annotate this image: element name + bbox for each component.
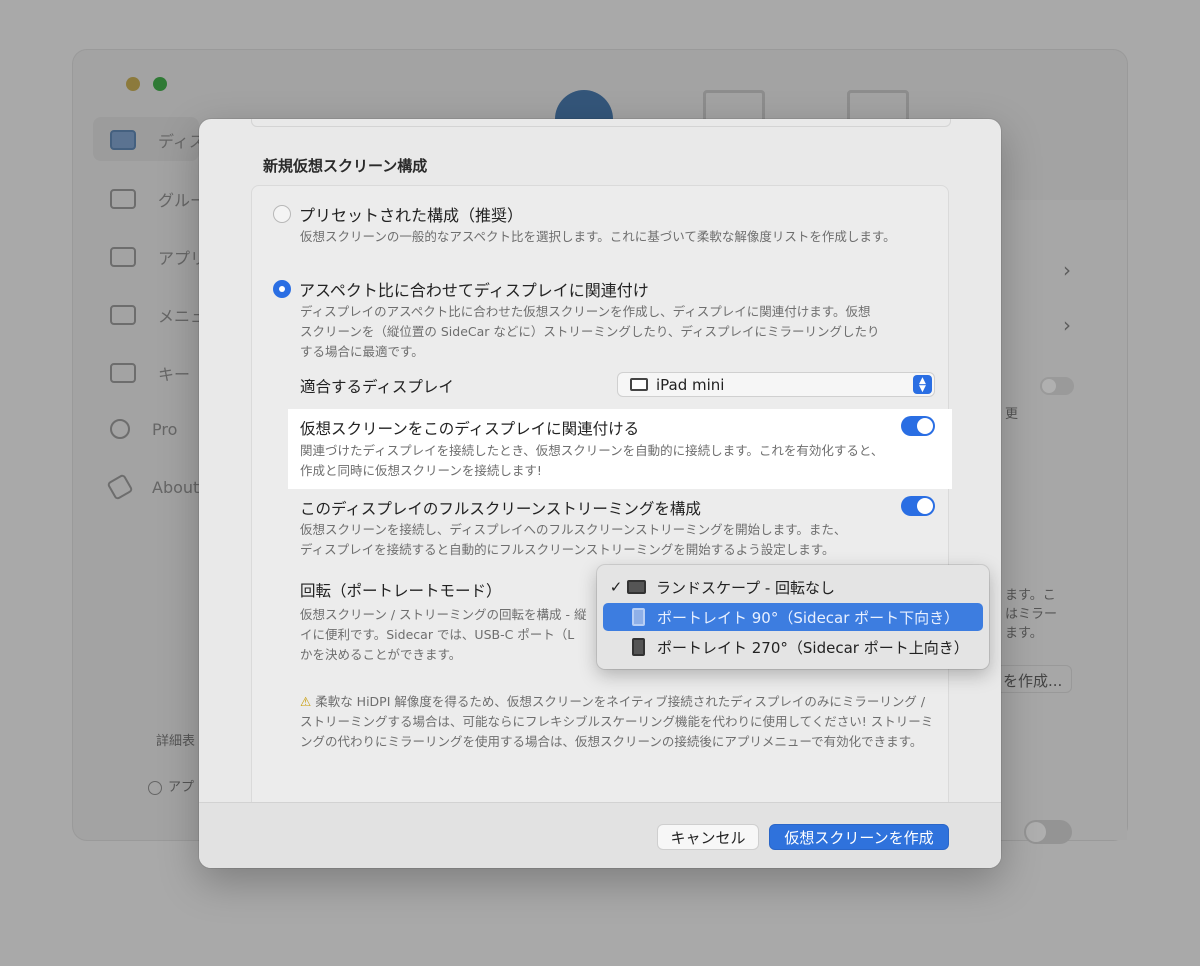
background-content-pane [1001, 200, 1127, 840]
matching-display-label: 適合するディスプレイ [300, 378, 454, 396]
cancel-button[interactable]: キャンセル [657, 824, 759, 850]
sidebar-item-displays[interactable]: ディス [110, 128, 205, 152]
associate-label: 仮想スクリーンをこのディスプレイに関連付ける [300, 420, 640, 438]
background-text-snippet: ます。こ [1005, 588, 1056, 603]
preset-radio[interactable] [273, 205, 291, 223]
portrait-device-icon [632, 638, 645, 656]
fullscreen-toggle[interactable] [901, 496, 935, 516]
chevron-right-icon[interactable]: › [1063, 258, 1071, 282]
sidebar-item-pro[interactable]: Pro [110, 419, 177, 439]
sidebar-item-label: Pro [152, 419, 178, 439]
app-icon [110, 247, 136, 267]
hidpi-warning-text: 柔軟な HiDPI 解像度を得るため、仮想スクリーンをネイティブ接続されたディス… [300, 694, 934, 749]
background-create-button[interactable]: を作成... [996, 665, 1072, 693]
rotation-popup-menu: ✓ ランドスケープ - 回転なし ポートレイト 90°（Sidecar ポート下… [597, 565, 989, 669]
sidebar-item-about[interactable]: About [106, 473, 200, 501]
background-advanced-item[interactable]: アプ [148, 776, 194, 795]
menu-item-label: ポートレイト 90°（Sidecar ポート下向き） [657, 608, 960, 627]
sheet-top-edge [251, 119, 951, 127]
matching-display-value: iPad mini [656, 375, 725, 394]
tag-icon [106, 473, 134, 501]
aspect-option-description: ディスプレイのアスペクト比に合わせた仮想スクリーンを作成し、ディスプレイに関連付… [300, 304, 880, 359]
associate-description: 関連づけたディスプレイを接続したとき、仮想スクリーンを自動的に接続します。これを… [300, 443, 884, 478]
background-text-snippet: ます。 [1005, 626, 1043, 641]
zoom-window-button[interactable] [153, 77, 167, 91]
new-virtual-screen-sheet: 新規仮想スクリーン構成 プリセットされた構成（推奨） 仮想スクリーンの一般的なア… [199, 119, 1001, 868]
rotation-description: 仮想スクリーン / ストリーミングの回転を構成 - 縦 イに便利です。Sidec… [300, 607, 587, 662]
background-text-snippet: 更 [1005, 407, 1019, 422]
background-text-snippet: はミラー [1005, 607, 1058, 622]
minimize-window-button[interactable] [126, 77, 140, 91]
rotation-label: 回転（ポートレートモード） [300, 582, 502, 600]
sidebar-item-label: キー [158, 365, 191, 384]
menu-item-landscape[interactable]: ✓ ランドスケープ - 回転なし [603, 573, 983, 601]
menu-item-label: ポートレイト 270°（Sidecar ポート上向き） [657, 638, 969, 657]
landscape-device-icon [627, 580, 646, 594]
preset-option-label: プリセットされた構成（推奨） [299, 206, 524, 225]
checkmark-icon: ✓ [609, 578, 623, 596]
sidebar-item-menu[interactable]: メニュ [110, 303, 206, 327]
group-icon [110, 189, 136, 209]
pro-badge-icon [110, 419, 130, 439]
sidebar-item-keyboard[interactable]: キー [110, 361, 190, 385]
display-icon [110, 130, 136, 150]
portrait-device-icon [632, 608, 645, 626]
sidebar-item-groups[interactable]: グルー [110, 187, 206, 211]
fullscreen-description: 仮想スクリーンを接続し、ディスプレイへのフルスクリーンストリーミングを開始します… [300, 522, 847, 557]
matching-display-select[interactable]: iPad mini ▲ ▼ [617, 372, 935, 397]
aspect-radio[interactable] [273, 280, 291, 298]
menu-item-portrait-270[interactable]: ポートレイト 270°（Sidecar ポート上向き） [603, 633, 983, 661]
aspect-option[interactable]: アスペクト比に合わせてディスプレイに関連付け [273, 277, 649, 301]
sidebar-item-label: About [152, 477, 200, 497]
fullscreen-label: このディスプレイのフルスクリーンストリーミングを構成 [300, 500, 701, 518]
create-virtual-screen-button[interactable]: 仮想スクリーンを作成 [769, 824, 949, 850]
check-circle-icon [148, 780, 162, 795]
chevron-up-down-icon: ▲ ▼ [913, 375, 932, 394]
keyboard-icon [110, 363, 136, 383]
menu-item-portrait-90[interactable]: ポートレイト 90°（Sidecar ポート下向き） [603, 603, 983, 631]
associate-toggle[interactable] [901, 416, 935, 436]
preset-option-description: 仮想スクリーンの一般的なアスペクト比を選択します。これに基づいて柔軟な解像度リス… [300, 229, 896, 244]
sheet-title: 新規仮想スクリーン構成 [263, 157, 428, 175]
ipad-icon [630, 378, 648, 391]
hidpi-warning: ⚠ 柔軟な HiDPI 解像度を得るため、仮想スクリーンをネイティブ接続されたデ… [300, 692, 940, 752]
sidebar-item-apps[interactable]: アプリ [110, 245, 206, 269]
menu-item-label: ランドスケープ - 回転なし [656, 578, 836, 597]
background-toggle[interactable] [1024, 820, 1072, 844]
aspect-option-label: アスペクト比に合わせてディスプレイに関連付け [299, 281, 649, 300]
warning-icon: ⚠ [300, 694, 312, 709]
menu-icon [110, 305, 136, 325]
background-advanced-label: 詳細表 [156, 734, 196, 749]
sidebar-item-label: ディス [158, 132, 205, 151]
preset-option[interactable]: プリセットされた構成（推奨） [273, 202, 523, 226]
background-toggle[interactable] [1040, 377, 1074, 395]
chevron-right-icon[interactable]: › [1063, 313, 1071, 337]
